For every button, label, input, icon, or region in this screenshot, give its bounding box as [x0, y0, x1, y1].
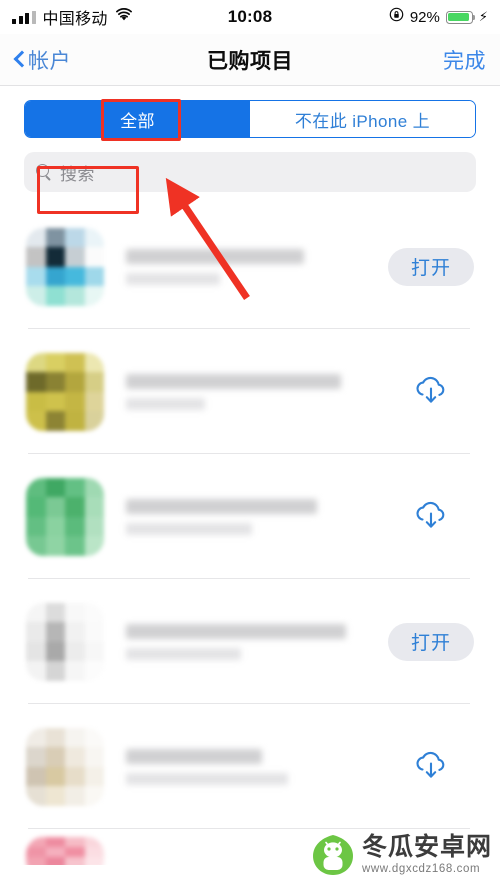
- search-placeholder: 搜索: [60, 164, 95, 184]
- cloud-download-icon: [416, 501, 445, 528]
- cloud-download-icon: [416, 751, 445, 778]
- signal-bars-icon: [12, 10, 36, 24]
- cloud-download-icon: [416, 376, 445, 403]
- purchased-items-list: 打开 打开: [0, 204, 500, 865]
- battery-icon: [445, 10, 476, 24]
- app-icon-blue-teal: [26, 227, 104, 306]
- table-row[interactable]: 打开: [0, 204, 500, 329]
- app-icon-green: [26, 477, 104, 556]
- carrier-label: 中国移动: [42, 11, 108, 28]
- navigation-bar: 帐户 已购项目 完成: [0, 34, 500, 86]
- search-icon: [36, 163, 53, 181]
- watermark-url: www.dgxcdz168.com: [361, 862, 481, 875]
- app-icon-yellow: [26, 352, 104, 431]
- battery-percent-label: 92%: [409, 8, 440, 26]
- search-input[interactable]: 搜索: [24, 152, 476, 192]
- icloud-download-button[interactable]: [388, 371, 474, 413]
- table-row[interactable]: [0, 454, 500, 579]
- back-button-label: 帐户: [28, 49, 71, 73]
- app-title-redacted: [104, 498, 388, 535]
- status-bar: 中国移动 10:08 92% ⚡: [0, 0, 500, 34]
- iphone-screen: 中国移动 10:08 92% ⚡ 帐户 已购项目 完成 全部 不在此 iPhon…: [0, 0, 500, 887]
- app-title-redacted: [104, 248, 388, 285]
- app-icon-cream: [26, 727, 104, 806]
- done-button[interactable]: 完成: [443, 45, 486, 75]
- segmented-control: 全部 不在此 iPhone 上: [24, 100, 476, 138]
- segmented-control-container: 全部 不在此 iPhone 上: [0, 86, 500, 148]
- site-watermark: 冬瓜安卓网 www.dgxcdz168.com: [311, 833, 492, 877]
- app-title-redacted: [104, 623, 388, 660]
- app-icon-white-gray: [26, 602, 104, 681]
- app-icon-pink: [26, 837, 104, 865]
- icloud-download-button[interactable]: [388, 746, 474, 788]
- back-button[interactable]: 帐户: [14, 45, 71, 75]
- app-title-redacted: [104, 373, 388, 410]
- app-title-redacted: [104, 748, 388, 785]
- icloud-download-button[interactable]: [388, 496, 474, 538]
- watermark-text: 冬瓜安卓网 www.dgxcdz168.com: [361, 832, 492, 876]
- table-row[interactable]: [0, 704, 500, 829]
- table-row[interactable]: 打开: [0, 579, 500, 704]
- android-leaf-logo-icon: [311, 833, 355, 877]
- rotation-lock-icon: [389, 7, 404, 27]
- chevron-left-icon: [14, 50, 25, 69]
- watermark-site-name: 冬瓜安卓网: [361, 832, 492, 861]
- open-button[interactable]: 打开: [388, 247, 474, 286]
- table-row[interactable]: [0, 329, 500, 454]
- status-bar-right: 92% ⚡: [389, 7, 488, 27]
- page-title: 已购项目: [207, 49, 293, 73]
- open-button[interactable]: 打开: [388, 622, 474, 661]
- segment-not-on-this-iphone[interactable]: 不在此 iPhone 上: [250, 101, 475, 137]
- segment-all[interactable]: 全部: [25, 101, 250, 137]
- status-bar-left: 中国移动: [12, 5, 133, 29]
- wifi-icon: [115, 7, 133, 27]
- search-container: 搜索: [0, 148, 500, 204]
- charging-bolt-icon: ⚡: [478, 9, 488, 24]
